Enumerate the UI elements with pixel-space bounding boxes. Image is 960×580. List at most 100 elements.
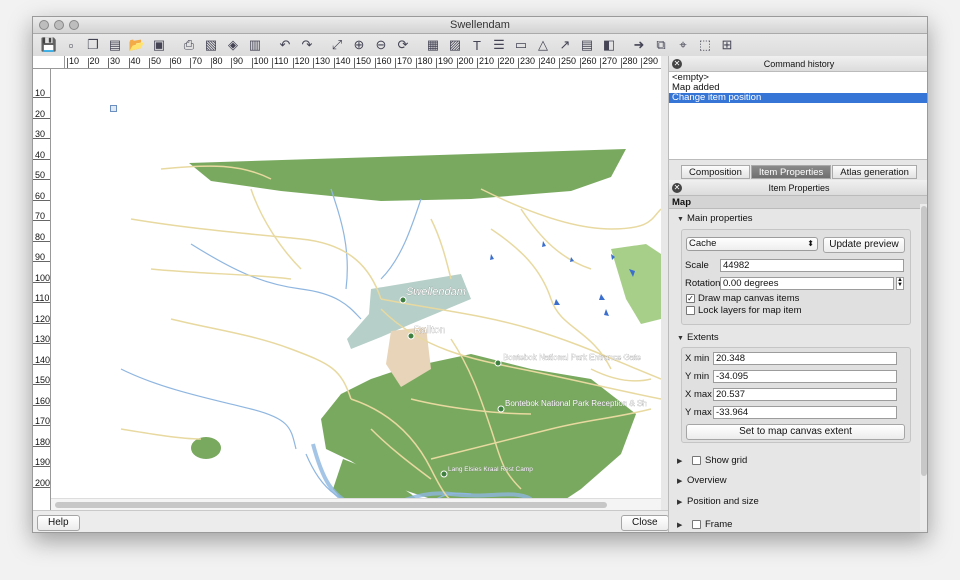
refresh-icon[interactable]: ⟳ xyxy=(393,36,413,55)
map-item[interactable]: Swellendam Railton Bontebok National Par… xyxy=(51,69,661,510)
show-grid-checkbox[interactable] xyxy=(692,456,701,465)
undo-icon[interactable]: ↶ xyxy=(275,36,295,55)
position-size-group[interactable]: ▶ Position and size xyxy=(677,496,759,507)
ruler-tick-label: 30 xyxy=(110,56,121,66)
cache-select[interactable]: Cache ⬍ xyxy=(686,237,818,251)
side-panel: ✕ Command history <empty> Map added Change… xyxy=(668,56,927,532)
add-scalebar-icon[interactable]: ▭ xyxy=(511,36,531,55)
open-folder-icon[interactable]: 📂 xyxy=(127,36,147,55)
ymax-input[interactable]: -33.964 xyxy=(713,406,897,419)
help-button[interactable]: Help xyxy=(37,515,80,531)
print-icon[interactable]: ⎙ xyxy=(179,36,199,55)
add-image-icon[interactable]: ▨ xyxy=(445,36,465,55)
ruler-tick-label: 200 xyxy=(458,56,474,66)
add-map-icon[interactable]: ▦ xyxy=(423,36,443,55)
composer-toolbar: 💾 ▫ ❐ ▤ 📂 ▣ ⎙ ▧ ◈ ▥ ↶ ↷ ⤢ ⊕ ⊖ ⟳ ▦ ▨ T ☰ ▭ △ ↗ ▤ ◧ ➜ ⧉ ⌖ ⬚ ⊞ xyxy=(33,34,927,56)
scroll-thumb[interactable] xyxy=(55,502,607,508)
zoom-full-icon[interactable]: ⤢ xyxy=(327,36,347,55)
draw-canvas-items-checkbox[interactable]: ✓ xyxy=(686,294,695,303)
add-label-icon[interactable]: T xyxy=(467,36,487,55)
update-preview-button[interactable]: Update preview xyxy=(823,237,905,253)
ruler-tick xyxy=(33,322,50,324)
frame-group[interactable]: ▶ xyxy=(677,519,687,530)
save-template-icon[interactable]: ▣ xyxy=(149,36,169,55)
tab-item-properties[interactable]: Item Properties xyxy=(750,165,832,179)
xmax-input[interactable]: 20.537 xyxy=(713,388,897,401)
close-window-icon[interactable] xyxy=(39,20,49,30)
move-content-icon[interactable]: ⧉ xyxy=(651,36,671,55)
composer-manager-icon[interactable]: ▤ xyxy=(105,36,125,55)
label-rest-camp: Lang Elsies Kraal Rest Camp xyxy=(448,466,533,473)
ymin-label: Y min xyxy=(685,371,710,382)
tab-atlas-generation[interactable]: Atlas generation xyxy=(832,165,917,179)
extents-group[interactable]: ▼ Extents xyxy=(677,332,719,343)
add-table-icon[interactable]: ▤ xyxy=(577,36,597,55)
ruler-tick-label: 190 xyxy=(438,56,454,66)
ruler-tick xyxy=(33,404,50,406)
export-image-icon[interactable]: ▧ xyxy=(201,36,221,55)
ruler-tick-label: 140 xyxy=(335,56,351,66)
scroll-thumb[interactable] xyxy=(921,206,927,476)
close-panel-icon[interactable]: ✕ xyxy=(672,59,682,69)
history-item[interactable]: Change item position xyxy=(669,93,927,103)
tab-composition[interactable]: Composition xyxy=(681,165,750,179)
ruler-tick-label: 170 xyxy=(397,56,413,66)
ruler-tick xyxy=(33,466,50,467)
window-controls xyxy=(39,20,79,30)
export-svg-icon[interactable]: ◈ xyxy=(223,36,243,55)
bottom-bar: Help Close xyxy=(33,510,669,532)
zoom-window-icon[interactable] xyxy=(69,20,79,30)
ruler-tick xyxy=(436,58,437,68)
history-title: Command history xyxy=(763,59,835,69)
rotation-spinner[interactable]: ▲ ▼ xyxy=(896,277,904,290)
zoom-in-icon[interactable]: ⊕ xyxy=(349,36,369,55)
set-extent-button[interactable]: Set to map canvas extent xyxy=(686,424,905,440)
ymin-input[interactable]: -34.095 xyxy=(713,370,897,383)
close-button[interactable]: Close xyxy=(621,515,669,531)
ruler-tick xyxy=(333,58,335,68)
align-icon[interactable]: ⊞ xyxy=(717,36,737,55)
edit-nodes-icon[interactable]: ⌖ xyxy=(673,36,693,55)
duplicate-composer-icon[interactable]: ❐ xyxy=(83,36,103,55)
add-shape-icon[interactable]: △ xyxy=(533,36,553,55)
composition-canvas[interactable]: Swellendam Railton Bontebok National Par… xyxy=(51,69,661,510)
redo-icon[interactable]: ↷ xyxy=(297,36,317,55)
overview-group[interactable]: ▶ Overview xyxy=(677,475,727,486)
lock-layers-checkbox[interactable] xyxy=(686,306,695,315)
ruler-tick xyxy=(33,199,50,201)
ruler-corner xyxy=(33,56,65,69)
main-properties-group[interactable]: ▼ Main properties xyxy=(677,213,752,224)
lock-layers-label: Lock layers for map item xyxy=(698,305,802,316)
save-icon[interactable]: 💾 xyxy=(39,36,59,55)
export-pdf-icon[interactable]: ▥ xyxy=(245,36,265,55)
new-composer-icon[interactable]: ▫ xyxy=(61,36,81,55)
frame-checkbox[interactable] xyxy=(692,520,701,529)
add-legend-icon[interactable]: ☰ xyxy=(489,36,509,55)
command-history-list[interactable]: <empty> Map added Change item position xyxy=(669,72,927,160)
updown-arrows-icon: ⬍ xyxy=(807,239,814,248)
park-small xyxy=(191,437,221,459)
horizontal-scrollbar[interactable] xyxy=(51,498,661,510)
add-html-icon[interactable]: ◧ xyxy=(599,36,619,55)
ruler-tick-label: 220 xyxy=(499,56,515,66)
ruler-tick xyxy=(108,58,109,68)
ruler-tick xyxy=(67,58,68,68)
ruler-tick xyxy=(579,58,581,68)
select-move-icon[interactable]: ➜ xyxy=(629,36,649,55)
close-panel-icon[interactable]: ✕ xyxy=(672,183,682,193)
rotation-input[interactable]: 0.00 degrees xyxy=(720,277,894,290)
item-properties-header: ✕ Item Properties xyxy=(669,180,927,196)
toolbar-separator xyxy=(171,36,177,55)
add-arrow-icon[interactable]: ↗ xyxy=(555,36,575,55)
ruler-tick-label: 80 xyxy=(212,56,223,66)
xmin-input[interactable]: 20.348 xyxy=(713,352,897,365)
ruler-tick-label: 50 xyxy=(151,56,162,66)
show-grid-group[interactable]: ▶ xyxy=(677,455,687,466)
scale-input[interactable]: 44982 xyxy=(720,259,904,272)
zoom-out-icon[interactable]: ⊖ xyxy=(371,36,391,55)
minimize-window-icon[interactable] xyxy=(54,20,64,30)
properties-scrollbar[interactable] xyxy=(920,204,927,530)
rotation-label: Rotation xyxy=(685,278,721,289)
group-icon[interactable]: ⬚ xyxy=(695,36,715,55)
ymax-label: Y max xyxy=(685,407,712,418)
